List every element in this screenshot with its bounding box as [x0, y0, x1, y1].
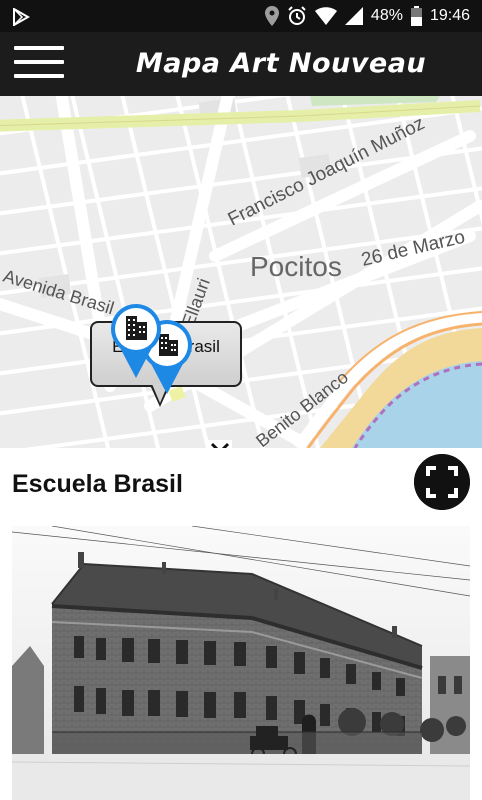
neighborhood-label-pocitos: Pocitos [250, 251, 342, 282]
map-pin-building-icon[interactable] [109, 302, 163, 382]
menu-bar-line [14, 74, 64, 78]
map-tiles: Francisco Joaquín Muñoz 26 de Marzo Poci… [0, 96, 482, 448]
battery-icon [410, 6, 422, 26]
hamburger-menu-button[interactable] [14, 46, 64, 82]
map-view[interactable]: Francisco Joaquín Muñoz 26 de Marzo Poci… [0, 96, 482, 448]
fullscreen-icon[interactable] [414, 454, 470, 510]
location-icon [264, 6, 279, 26]
historic-building-photo[interactable] [12, 526, 470, 800]
menu-bar-line [14, 46, 64, 50]
detail-header: Escuela Brasil [0, 448, 482, 526]
play-store-icon [13, 8, 30, 26]
photo-image [12, 526, 470, 800]
menu-bar-line [14, 60, 64, 64]
place-title: Escuela Brasil [12, 470, 183, 498]
app-bar: Mapa Art Nouveau [0, 32, 482, 96]
status-bar: 48% 19:46 [0, 0, 482, 32]
clock-time: 19:46 [429, 7, 470, 24]
wifi-icon [314, 7, 337, 25]
alarm-icon [288, 6, 306, 25]
battery-level: 48% [370, 7, 403, 24]
app-title: Mapa Art Nouveau [135, 48, 427, 79]
signal-icon [344, 7, 363, 25]
